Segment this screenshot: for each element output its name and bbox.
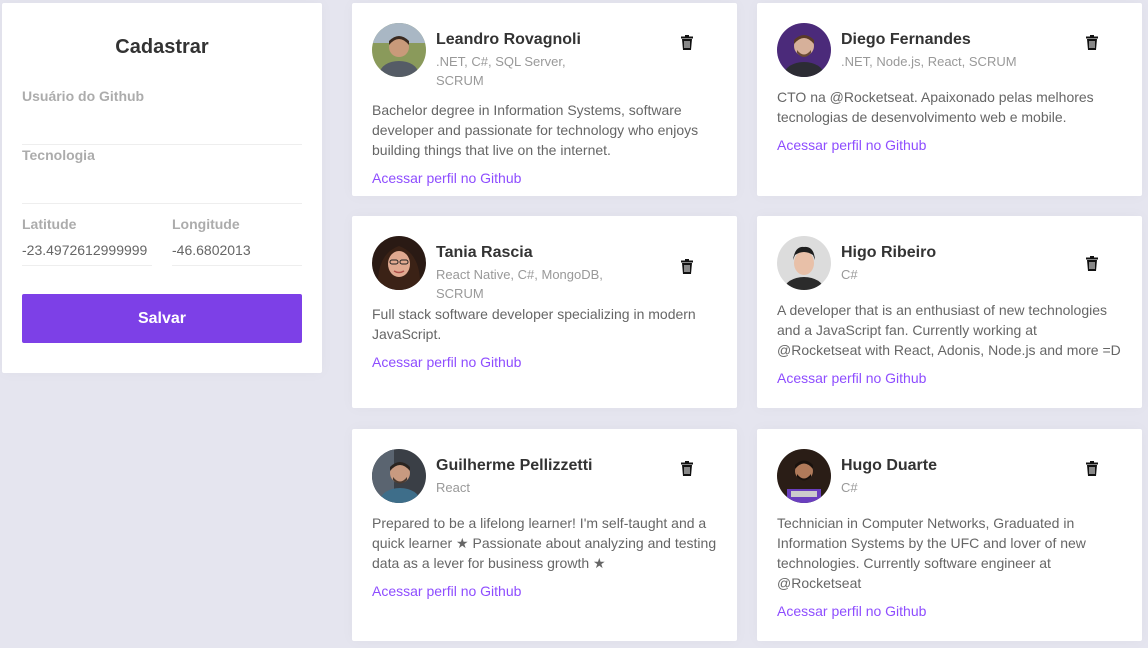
dev-bio: Prepared to be a lifelong learner! I'm s…	[372, 515, 717, 571]
dev-bio: Technician in Computer Networks, Graduat…	[777, 515, 1086, 591]
dev-name: Leandro Rovagnoli	[436, 31, 581, 48]
trash-icon	[1086, 256, 1098, 274]
dev-card: Leandro Rovagnoli .NET, C#, SQL Server, …	[352, 3, 737, 196]
dev-techs: C#	[841, 480, 858, 495]
delete-button[interactable]	[677, 34, 697, 54]
github-profile-link[interactable]: Acessar perfil no Github	[372, 583, 717, 599]
dev-card-header: Higo Ribeiro C#	[777, 236, 1122, 290]
dev-card: Guilherme Pellizzetti React Prepared to …	[352, 429, 737, 641]
dev-card-header: Tania Rascia React Native, C#, MongoDB, …	[372, 236, 717, 303]
user-info: Diego Fernandes .NET, Node.js, React, SC…	[841, 31, 1021, 71]
dev-bio: Bachelor degree in Information Systems, …	[372, 102, 699, 158]
dev-name: Tania Rascia	[436, 244, 533, 261]
avatar	[777, 449, 831, 503]
trash-icon	[1086, 461, 1098, 479]
user-info: Higo Ribeiro C#	[841, 244, 1021, 284]
latitude-input[interactable]	[22, 234, 152, 266]
trash-icon	[1086, 35, 1098, 53]
techs-label: Tecnologia	[22, 147, 95, 163]
user-info: Guilherme Pellizzetti React	[436, 457, 616, 497]
avatar	[777, 236, 831, 290]
dev-card-header: Hugo Duarte C#	[777, 449, 1122, 503]
dev-name: Hugo Duarte	[841, 457, 937, 474]
form-title: Cadastrar	[115, 36, 209, 58]
dev-card-header: Guilherme Pellizzetti React	[372, 449, 717, 503]
techs-input[interactable]	[22, 172, 302, 204]
avatar	[372, 449, 426, 503]
delete-button[interactable]	[1082, 460, 1102, 480]
avatar	[372, 23, 426, 77]
github-profile-link[interactable]: Acessar perfil no Github	[777, 137, 1122, 153]
trash-icon	[681, 35, 693, 53]
delete-button[interactable]	[677, 258, 697, 278]
dev-bio: CTO na @Rocketseat. Apaixonado pelas mel…	[777, 89, 1094, 125]
delete-button[interactable]	[1082, 34, 1102, 54]
app-root: Cadastrar Usuário do Github Tecnologia L…	[0, 0, 1148, 648]
dev-techs: React Native, C#, MongoDB, SCRUM	[436, 267, 603, 301]
delete-button[interactable]	[677, 460, 697, 480]
dev-card: Tania Rascia React Native, C#, MongoDB, …	[352, 216, 737, 408]
github-username-input[interactable]	[22, 113, 302, 145]
dev-card-header: Diego Fernandes .NET, Node.js, React, SC…	[777, 23, 1122, 77]
longitude-input[interactable]	[172, 234, 302, 266]
avatar	[372, 236, 426, 290]
dev-techs: .NET, C#, SQL Server, SCRUM	[436, 54, 566, 88]
trash-icon	[681, 259, 693, 277]
trash-icon	[681, 461, 693, 479]
register-form-panel: Cadastrar Usuário do Github Tecnologia L…	[2, 3, 322, 373]
longitude-label: Longitude	[172, 216, 240, 232]
dev-card: Higo Ribeiro C# A developer that is an e…	[757, 216, 1142, 408]
dev-name: Guilherme Pellizzetti	[436, 457, 593, 474]
dev-techs: .NET, Node.js, React, SCRUM	[841, 54, 1017, 69]
user-info: Tania Rascia React Native, C#, MongoDB, …	[436, 244, 616, 303]
dev-name: Higo Ribeiro	[841, 244, 937, 261]
dev-card: Hugo Duarte C# Technician in Computer Ne…	[757, 429, 1142, 641]
dev-card: Diego Fernandes .NET, Node.js, React, SC…	[757, 3, 1142, 196]
dev-bio: A developer that is an enthusiast of new…	[777, 302, 1121, 358]
dev-card-header: Leandro Rovagnoli .NET, C#, SQL Server, …	[372, 23, 717, 90]
dev-bio: Full stack software developer specializi…	[372, 306, 696, 342]
github-username-field-group: Usuário do Github	[22, 88, 302, 145]
latitude-field-group: Latitude	[22, 216, 152, 266]
save-button[interactable]: Salvar	[22, 294, 302, 343]
github-username-label: Usuário do Github	[22, 88, 145, 104]
avatar	[777, 23, 831, 77]
github-profile-link[interactable]: Acessar perfil no Github	[777, 603, 1122, 619]
github-profile-link[interactable]: Acessar perfil no Github	[777, 370, 1122, 386]
dev-techs: React	[436, 480, 470, 495]
dev-name: Diego Fernandes	[841, 31, 971, 48]
user-info: Leandro Rovagnoli .NET, C#, SQL Server, …	[436, 31, 616, 90]
longitude-field-group: Longitude	[172, 216, 302, 266]
github-profile-link[interactable]: Acessar perfil no Github	[372, 170, 717, 186]
github-profile-link[interactable]: Acessar perfil no Github	[372, 354, 717, 370]
delete-button[interactable]	[1082, 255, 1102, 275]
latitude-label: Latitude	[22, 216, 77, 232]
dev-techs: C#	[841, 267, 858, 282]
user-info: Hugo Duarte C#	[841, 457, 1021, 497]
techs-field-group: Tecnologia	[22, 147, 302, 204]
